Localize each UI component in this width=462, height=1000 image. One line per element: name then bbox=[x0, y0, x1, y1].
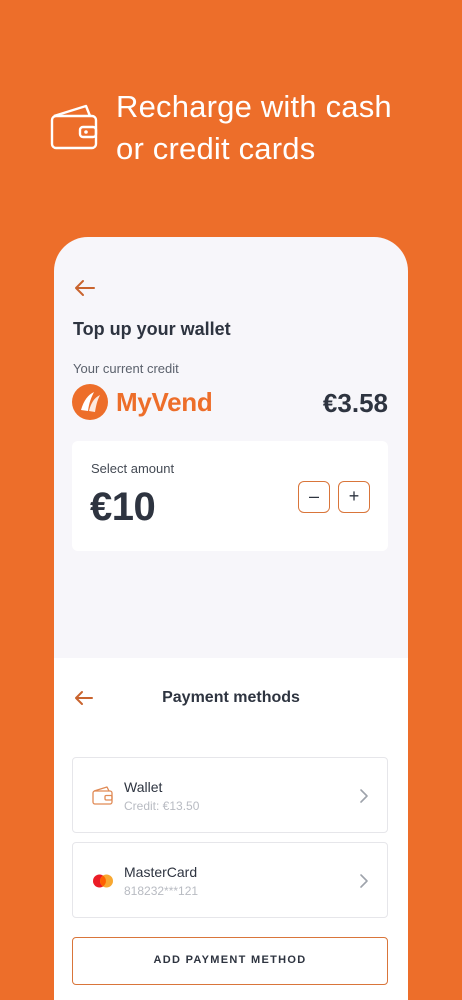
payment-method-name: Wallet bbox=[124, 779, 163, 795]
brand-logo: MyVend bbox=[72, 383, 213, 421]
payment-method-name: MasterCard bbox=[124, 864, 198, 880]
promo-banner: Recharge with cash or credit cards bbox=[48, 86, 448, 176]
wallet-icon bbox=[92, 786, 113, 805]
amount-label: Select amount bbox=[91, 461, 175, 476]
payment-method-detail: 818232***121 bbox=[124, 884, 199, 898]
arrow-left-icon[interactable] bbox=[74, 279, 96, 297]
amount-value: €10 bbox=[90, 485, 156, 529]
brand-name: MyVend bbox=[116, 386, 213, 417]
increase-amount-button[interactable]: + bbox=[338, 481, 370, 513]
mastercard-icon bbox=[93, 874, 113, 888]
payment-method-mastercard[interactable]: MasterCard 818232***121 bbox=[72, 842, 388, 918]
payment-method-detail: Credit: €13.50 bbox=[124, 799, 200, 813]
chevron-right-icon bbox=[360, 874, 368, 888]
credit-label: Your current credit bbox=[73, 361, 179, 376]
amount-selector-card: Select amount €10 – + bbox=[72, 441, 388, 551]
payment-methods-sheet: Payment methods Wallet Credit: €13.50 Ma… bbox=[54, 658, 408, 1000]
decrease-amount-button[interactable]: – bbox=[298, 481, 330, 513]
sheet-title: Payment methods bbox=[162, 689, 300, 706]
current-credit-amount: €3.58 bbox=[322, 388, 388, 418]
phone-screen: Top up your wallet Your current credit M… bbox=[54, 237, 408, 1000]
promo-line-1: Recharge with cash bbox=[116, 89, 392, 124]
myvend-logo-icon bbox=[72, 384, 108, 420]
payment-method-wallet[interactable]: Wallet Credit: €13.50 bbox=[72, 757, 388, 833]
promo-line-2: or credit cards bbox=[116, 131, 316, 166]
chevron-right-icon bbox=[360, 789, 368, 803]
promo-headline: Recharge with cash or credit cards bbox=[116, 86, 446, 170]
wallet-icon bbox=[50, 104, 98, 150]
add-payment-method-button[interactable]: ADD PAYMENT METHOD bbox=[72, 937, 388, 985]
page-title: Top up your wallet bbox=[73, 319, 231, 339]
